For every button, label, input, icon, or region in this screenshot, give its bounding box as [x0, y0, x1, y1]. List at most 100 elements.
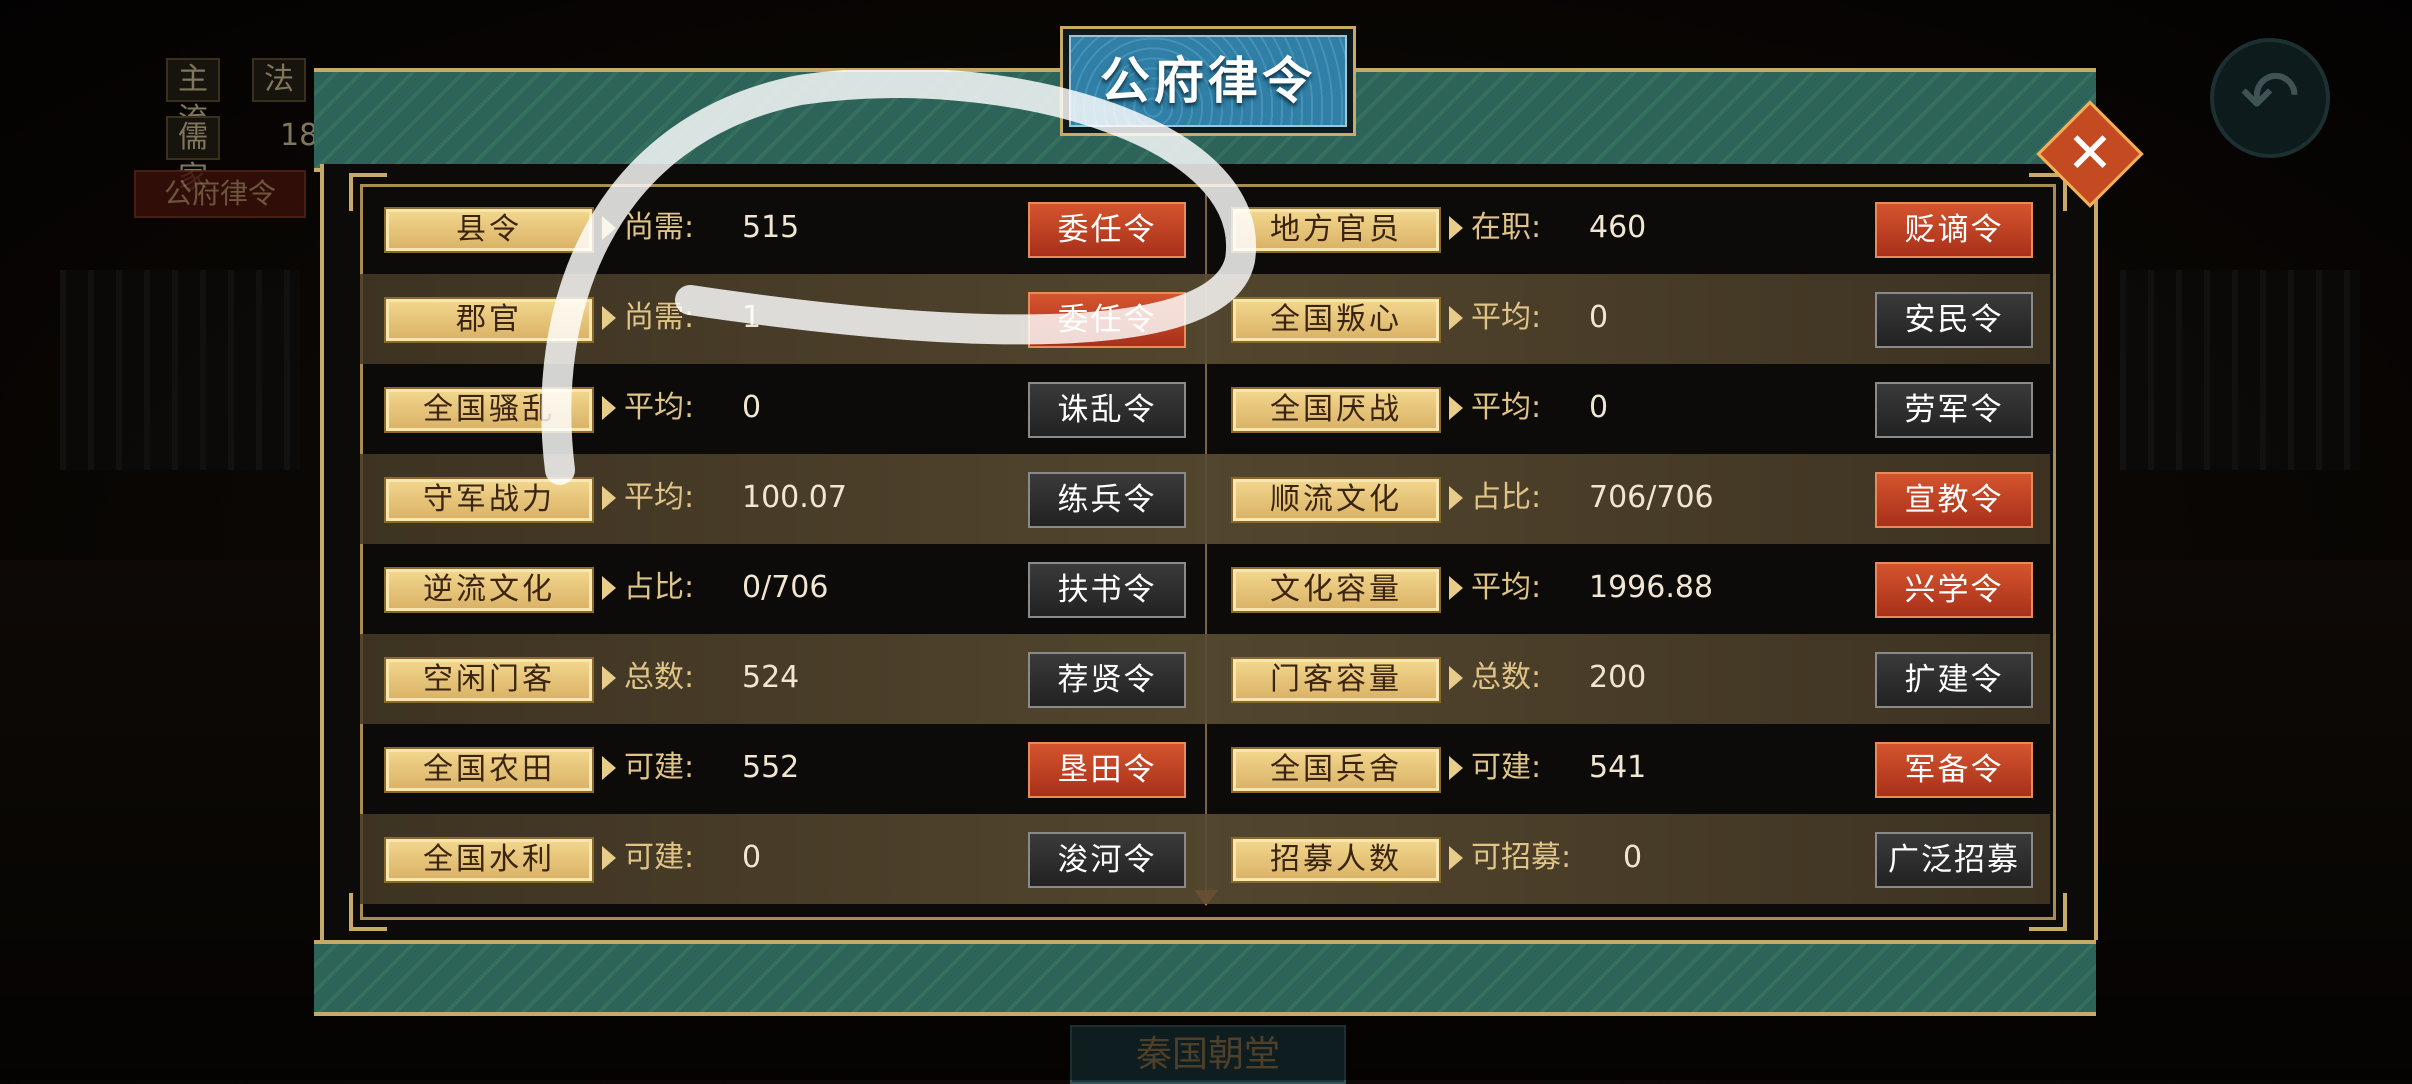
table-row: 全国农田 可建: 552 垦田令 全国兵舍 可建: 541 军备令: [360, 724, 2050, 814]
order-cell-right: 地方官员 在职: 460 贬谪令: [1207, 184, 2050, 274]
play-triangle-icon: [602, 846, 616, 870]
order-cell-left: 逆流文化 占比: 0/706 扶书令: [360, 544, 1205, 634]
order-button[interactable]: 贬谪令: [1875, 202, 2033, 258]
stat-key: 总数:: [1471, 660, 1542, 695]
stat-value: 524: [742, 660, 800, 695]
stat-key: 可建:: [1471, 750, 1542, 785]
play-triangle-icon: [1449, 216, 1463, 240]
order-cell-left: 全国骚乱 平均: 0 诛乱令: [360, 364, 1205, 454]
play-triangle-icon: [602, 756, 616, 780]
play-triangle-icon: [1449, 306, 1463, 330]
stat-value: 100.07: [742, 480, 847, 515]
stat-value: 0: [1589, 390, 1609, 425]
law-dialog: 县令 尚需: 515 委任令 地方官员 在职: 460 贬谪令 郡官 尚需: 1 委任令 全国叛心 平均:…: [314, 26, 2144, 1016]
table-row: 守军战力 平均: 100.07 练兵令 顺流文化 占比: 706/706 宣教令: [360, 454, 2050, 544]
stat-value: 200: [1589, 660, 1647, 695]
order-button[interactable]: 诛乱令: [1028, 382, 1186, 438]
stat-key: 平均:: [1471, 570, 1542, 605]
order-button[interactable]: 安民令: [1875, 292, 2033, 348]
stat-value: 0: [742, 390, 762, 425]
stat-key: 平均:: [624, 390, 695, 425]
stat-value: 0/706: [742, 570, 829, 605]
table-row: 逆流文化 占比: 0/706 扶书令 文化容量 平均: 1996.88 兴学令: [360, 544, 2050, 634]
stat-value: 0: [742, 840, 762, 875]
order-button[interactable]: 委任令: [1028, 202, 1186, 258]
order-cell-right: 文化容量 平均: 1996.88 兴学令: [1207, 544, 2050, 634]
dialog-title: 公府律令: [1069, 35, 1347, 127]
order-button[interactable]: 浚河令: [1028, 832, 1186, 888]
order-cell-right: 顺流文化 占比: 706/706 宣教令: [1207, 454, 2050, 544]
order-button[interactable]: 练兵令: [1028, 472, 1186, 528]
stat-value: 541: [1589, 750, 1647, 785]
stat-value: 706/706: [1589, 480, 1714, 515]
table-row: 县令 尚需: 515 委任令 地方官员 在职: 460 贬谪令: [360, 184, 2050, 274]
order-table: 县令 尚需: 515 委任令 地方官员 在职: 460 贬谪令 郡官 尚需: 1 委任令 全国叛心 平均:…: [360, 184, 2050, 904]
stat-label: 文化容量: [1231, 567, 1441, 613]
play-triangle-icon: [602, 306, 616, 330]
dialog-bottom-band: [314, 940, 2096, 1016]
title-plate: 公府律令: [1060, 26, 1356, 136]
stat-label: 招募人数: [1231, 837, 1441, 883]
stat-label: 全国水利: [384, 837, 594, 883]
stat-key: 尚需:: [624, 210, 695, 245]
play-triangle-icon: [602, 216, 616, 240]
stat-value: 515: [742, 210, 800, 245]
stat-key: 平均:: [624, 480, 695, 515]
stat-value: 460: [1589, 210, 1647, 245]
order-button[interactable]: 宣教令: [1875, 472, 2033, 528]
stat-key: 平均:: [1471, 390, 1542, 425]
table-row: 郡官 尚需: 1 委任令 全国叛心 平均: 0 安民令: [360, 274, 2050, 364]
play-triangle-icon: [1449, 756, 1463, 780]
order-cell-right: 招募人数 可招募: 0 广泛招募: [1207, 814, 2050, 904]
table-row: 全国水利 可建: 0 浚河令 招募人数 可招募: 0 广泛招募: [360, 814, 2050, 904]
order-cell-left: 郡官 尚需: 1 委任令: [360, 274, 1205, 364]
order-button[interactable]: 垦田令: [1028, 742, 1186, 798]
order-button[interactable]: 军备令: [1875, 742, 2033, 798]
stat-label: 县令: [384, 207, 594, 253]
order-button[interactable]: 扶书令: [1028, 562, 1186, 618]
stat-key: 在职:: [1471, 210, 1542, 245]
stat-key: 尚需:: [624, 300, 695, 335]
stat-key: 可建:: [624, 840, 695, 875]
order-button[interactable]: 扩建令: [1875, 652, 2033, 708]
stat-label: 全国叛心: [1231, 297, 1441, 343]
stat-label: 全国农田: [384, 747, 594, 793]
order-cell-right: 全国叛心 平均: 0 安民令: [1207, 274, 2050, 364]
stat-label: 全国骚乱: [384, 387, 594, 433]
order-button[interactable]: 劳军令: [1875, 382, 2033, 438]
stat-label: 守军战力: [384, 477, 594, 523]
stat-label: 郡官: [384, 297, 594, 343]
play-triangle-icon: [1449, 396, 1463, 420]
order-cell-left: 全国水利 可建: 0 浚河令: [360, 814, 1205, 904]
play-triangle-icon: [602, 486, 616, 510]
stat-key: 总数:: [624, 660, 695, 695]
stat-label: 地方官员: [1231, 207, 1441, 253]
order-cell-left: 县令 尚需: 515 委任令: [360, 184, 1205, 274]
stat-label: 门客容量: [1231, 657, 1441, 703]
stat-label: 空闲门客: [384, 657, 594, 703]
order-button[interactable]: 委任令: [1028, 292, 1186, 348]
stat-key: 占比:: [1471, 480, 1542, 515]
stat-label: 全国兵舍: [1231, 747, 1441, 793]
close-icon[interactable]: ✕: [2052, 116, 2128, 192]
stat-key: 占比:: [624, 570, 695, 605]
order-cell-right: 门客容量 总数: 200 扩建令: [1207, 634, 2050, 724]
play-triangle-icon: [1449, 576, 1463, 600]
stat-label: 顺流文化: [1231, 477, 1441, 523]
order-button[interactable]: 广泛招募: [1875, 832, 2033, 888]
order-cell-right: 全国厌战 平均: 0 劳军令: [1207, 364, 2050, 454]
play-triangle-icon: [602, 576, 616, 600]
stat-value: 0: [1589, 300, 1609, 335]
table-row: 全国骚乱 平均: 0 诛乱令 全国厌战 平均: 0 劳军令: [360, 364, 2050, 454]
order-button[interactable]: 荐贤令: [1028, 652, 1186, 708]
table-row: 空闲门客 总数: 524 荐贤令 门客容量 总数: 200 扩建令: [360, 634, 2050, 724]
order-cell-left: 空闲门客 总数: 524 荐贤令: [360, 634, 1205, 724]
order-cell-right: 全国兵舍 可建: 541 军备令: [1207, 724, 2050, 814]
stat-key: 可招募:: [1471, 840, 1572, 875]
play-triangle-icon: [602, 396, 616, 420]
stat-value: 1996.88: [1589, 570, 1714, 605]
stat-key: 可建:: [624, 750, 695, 785]
order-button[interactable]: 兴学令: [1875, 562, 2033, 618]
stat-value: 1: [742, 300, 762, 335]
play-triangle-icon: [1449, 486, 1463, 510]
